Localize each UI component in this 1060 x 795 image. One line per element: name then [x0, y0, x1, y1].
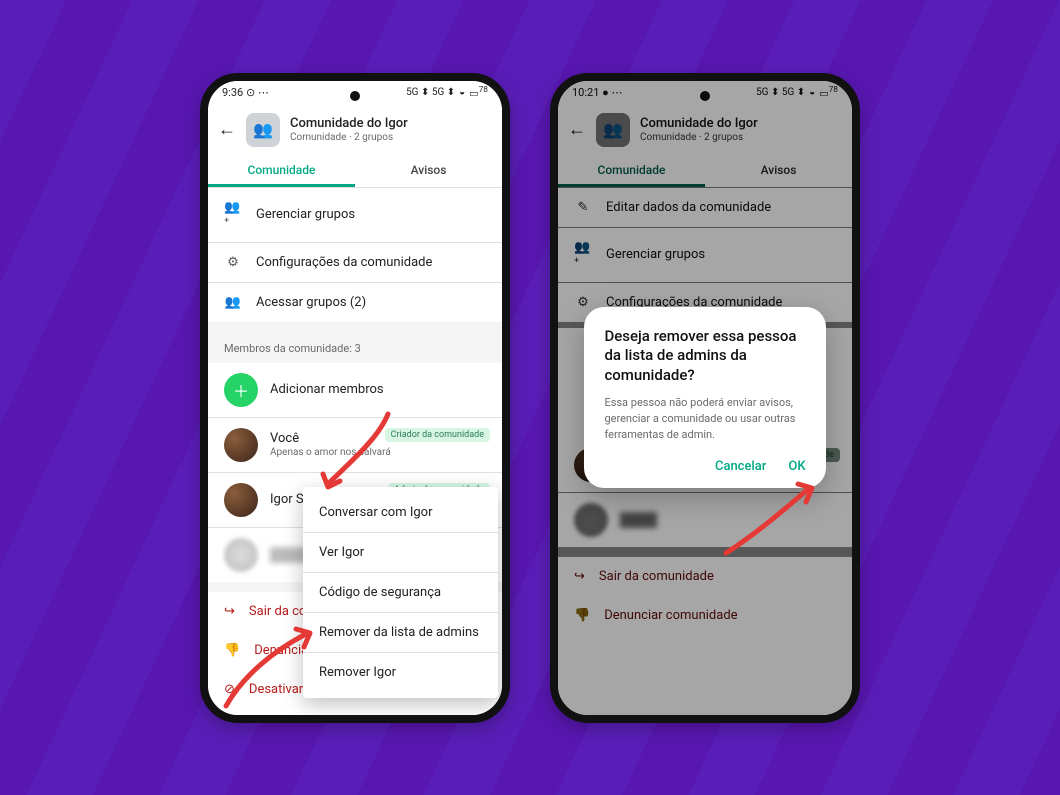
annotation-arrow-icon [318, 409, 398, 499]
community-subtitle: Comunidade · 2 grupos [290, 132, 408, 143]
avatar [224, 483, 258, 517]
plus-icon: ＋ [224, 373, 258, 407]
phone-right: 10:21 ● ⋯ 5G ⬍ 5G ⬍ ◒ ▭78 ← 👥 Comunidade… [550, 73, 860, 723]
tab-notices[interactable]: Avisos [355, 153, 502, 187]
exit-icon: ↪ [224, 604, 235, 619]
avatar [224, 538, 258, 572]
avatar [224, 428, 258, 462]
wifi-icon: ◒ [459, 87, 465, 98]
row-access-groups[interactable]: 👥 Acessar grupos (2) [208, 282, 502, 322]
row-manage-groups[interactable]: 👥⁺ Gerenciar grupos [208, 188, 502, 242]
annotation-arrow-icon [718, 481, 818, 561]
member-context-menu: Conversar com Igor Ver Igor Código de se… [303, 487, 498, 698]
dialog-backdrop: Deseja remover essa pessoa da lista de a… [558, 81, 852, 715]
community-title: Comunidade do Igor [290, 116, 408, 131]
status-bar: 9:36 ⊙ ⋯ 5G ⬍ 5G ⬍ ◒ ▭78 [208, 81, 502, 105]
people-admin-icon: 👥⁺ [224, 200, 242, 230]
tabs: Comunidade Avisos [208, 153, 502, 188]
status-time: 9:36 ⊙ ⋯ [222, 86, 269, 99]
phone-left: 9:36 ⊙ ⋯ 5G ⬍ 5G ⬍ ◒ ▭78 ← 👥 Comunidade … [200, 73, 510, 723]
ctx-view[interactable]: Ver Igor [303, 532, 498, 572]
creator-badge: Criador da comunidade [385, 428, 490, 442]
row-settings[interactable]: ⚙ Configurações da comunidade [208, 242, 502, 282]
dialog-cancel-button[interactable]: Cancelar [715, 459, 766, 474]
ctx-remove-admin[interactable]: Remover da lista de admins [303, 612, 498, 652]
tab-community[interactable]: Comunidade [208, 153, 355, 187]
dialog-title: Deseja remover essa pessoa da lista de a… [604, 327, 805, 386]
battery-icon: ▭78 [469, 85, 488, 99]
ctx-remove[interactable]: Remover Igor [303, 652, 498, 692]
members-count: Membros da comunidade: 3 [208, 328, 502, 363]
community-header: ← 👥 Comunidade do Igor Comunidade · 2 gr… [208, 105, 502, 153]
gear-icon: ⚙ [224, 255, 242, 270]
confirm-dialog: Deseja remover essa pessoa da lista de a… [584, 307, 825, 488]
status-net: 5G ⬍ 5G ⬍ ◒ ▭78 [406, 85, 488, 99]
back-icon[interactable]: ← [218, 119, 236, 140]
annotation-arrow-icon [218, 626, 318, 711]
people-icon: 👥 [224, 295, 242, 310]
dialog-body: Essa pessoa não poderá enviar avisos, ge… [604, 395, 805, 443]
community-avatar-icon: 👥 [246, 113, 280, 147]
ctx-security-code[interactable]: Código de segurança [303, 572, 498, 612]
dialog-ok-button[interactable]: OK [788, 459, 805, 474]
